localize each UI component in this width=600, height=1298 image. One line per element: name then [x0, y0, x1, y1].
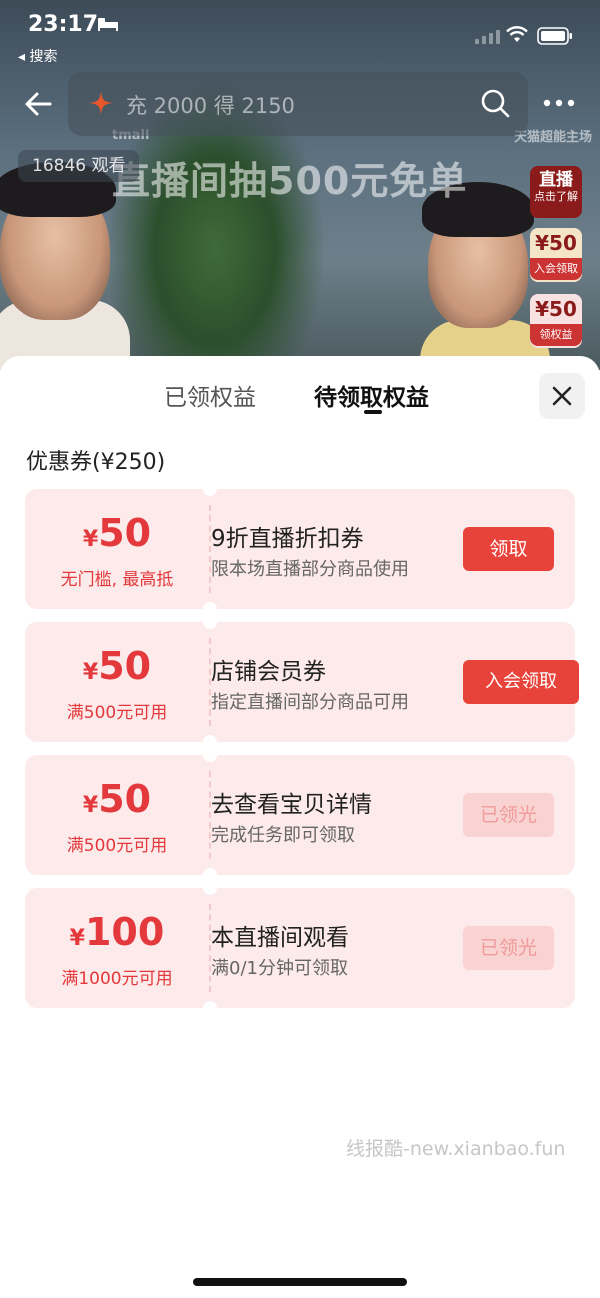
coupon-title: 9折直播折扣券: [211, 526, 364, 552]
coupon-condition: 满500元可用: [66, 703, 168, 723]
coupon-amount: 50: [98, 511, 152, 555]
coupon-value: ¥50 无门槛, 最高抵: [25, 489, 209, 609]
close-icon: [552, 386, 572, 406]
coupon-value: ¥50 满500元可用: [25, 622, 209, 742]
coupon-desc: 限本场直播部分商品使用: [211, 559, 409, 580]
back-arrow-icon[interactable]: [20, 86, 56, 122]
coupon-title: 去查看宝贝详情: [211, 792, 372, 818]
coupon-amount: 100: [84, 910, 165, 954]
tab-pending-benefits[interactable]: 待领取权益: [314, 378, 429, 412]
bed-icon: [98, 18, 118, 31]
sold-out-button[interactable]: 已领光: [463, 926, 554, 970]
join-and-claim-button[interactable]: 入会领取: [463, 660, 579, 704]
side-card-label: 入会领取: [530, 258, 582, 280]
side-card-benefit[interactable]: ¥50 领权益: [530, 294, 582, 348]
host-left: [0, 162, 116, 320]
coupon-currency: ¥: [82, 527, 99, 552]
coupon-condition: 满1000元可用: [61, 969, 173, 989]
search-placeholder: 充 2000 得 2150: [126, 94, 295, 118]
coupon-card: ¥50 无门槛, 最高抵 9折直播折扣券 限本场直播部分商品使用 领取: [25, 482, 575, 616]
side-card-amount: ¥50: [535, 231, 577, 255]
host-right: [422, 182, 534, 328]
coupon-condition: 无门槛, 最高抵: [60, 570, 174, 590]
close-button[interactable]: [539, 373, 585, 419]
section-title: 优惠券(¥250): [26, 450, 166, 475]
more-icon[interactable]: [542, 98, 576, 108]
live-rules-title: 直播: [539, 170, 573, 190]
search-input[interactable]: 充 2000 得 2150: [68, 72, 528, 136]
signal-icon: [475, 30, 500, 44]
coupon-desc: 指定直播间部分商品可用: [211, 692, 409, 713]
live-stream-video[interactable]: tmall 天猫超能主场 直播间抽500元免单 16846 观看 直播 点击了解…: [0, 0, 600, 370]
coupon-card: ¥50 满500元可用 店铺会员券 指定直播间部分商品可用 入会领取: [25, 615, 579, 749]
coupon-currency: ¥: [82, 793, 99, 818]
search-icon[interactable]: [480, 88, 510, 118]
coupon-currency: ¥: [69, 926, 85, 951]
coupon-amount: 50: [98, 644, 152, 688]
coupon-value: ¥100 满1000元可用: [25, 888, 209, 1008]
live-rules-button[interactable]: 直播 点击了解: [530, 166, 582, 218]
coupon-desc: 满0/1分钟可领取: [211, 958, 348, 979]
live-banner-text: 直播间抽500元免单: [112, 159, 468, 203]
side-card-amount: ¥50: [535, 297, 577, 321]
top-nav: 充 2000 得 2150: [0, 72, 600, 136]
coupon-card: ¥50 满500元可用 去查看宝贝详情 完成任务即可领取 已领光: [25, 748, 575, 882]
coupon-currency: ¥: [82, 660, 99, 685]
viewer-count: 16846 观看: [18, 150, 140, 182]
home-indicator[interactable]: [193, 1278, 407, 1286]
sold-out-button[interactable]: 已领光: [463, 793, 554, 837]
live-rules-sub: 点击了解: [534, 190, 578, 203]
battery-icon: [537, 27, 572, 45]
tab-claimed-benefits[interactable]: 已领权益: [164, 378, 256, 412]
side-card-label: 领权益: [530, 324, 582, 346]
claim-button[interactable]: 领取: [463, 527, 554, 571]
status-bar: 23:17 ◂ 搜索: [0, 0, 600, 65]
coupon-title: 本直播间观看: [211, 925, 349, 951]
coupon-desc: 完成任务即可领取: [211, 825, 355, 846]
wifi-icon: [506, 26, 528, 42]
side-card-member[interactable]: ¥50 入会领取: [530, 228, 582, 282]
coupon-value: ¥50 满500元可用: [25, 755, 209, 875]
watermark: 线报酷-new.xianbao.fun: [346, 1138, 566, 1160]
back-to-app-link[interactable]: ◂ 搜索: [18, 46, 57, 66]
coupon-amount: 50: [98, 777, 152, 821]
coupon-title: 店铺会员券: [211, 659, 326, 685]
sparkle-icon: [89, 91, 113, 115]
status-time: 23:17: [28, 12, 99, 37]
coupon-card: ¥100 满1000元可用 本直播间观看 满0/1分钟可领取 已领光: [25, 881, 575, 1015]
coupon-condition: 满500元可用: [66, 836, 168, 856]
tab-indicator: [364, 410, 382, 414]
